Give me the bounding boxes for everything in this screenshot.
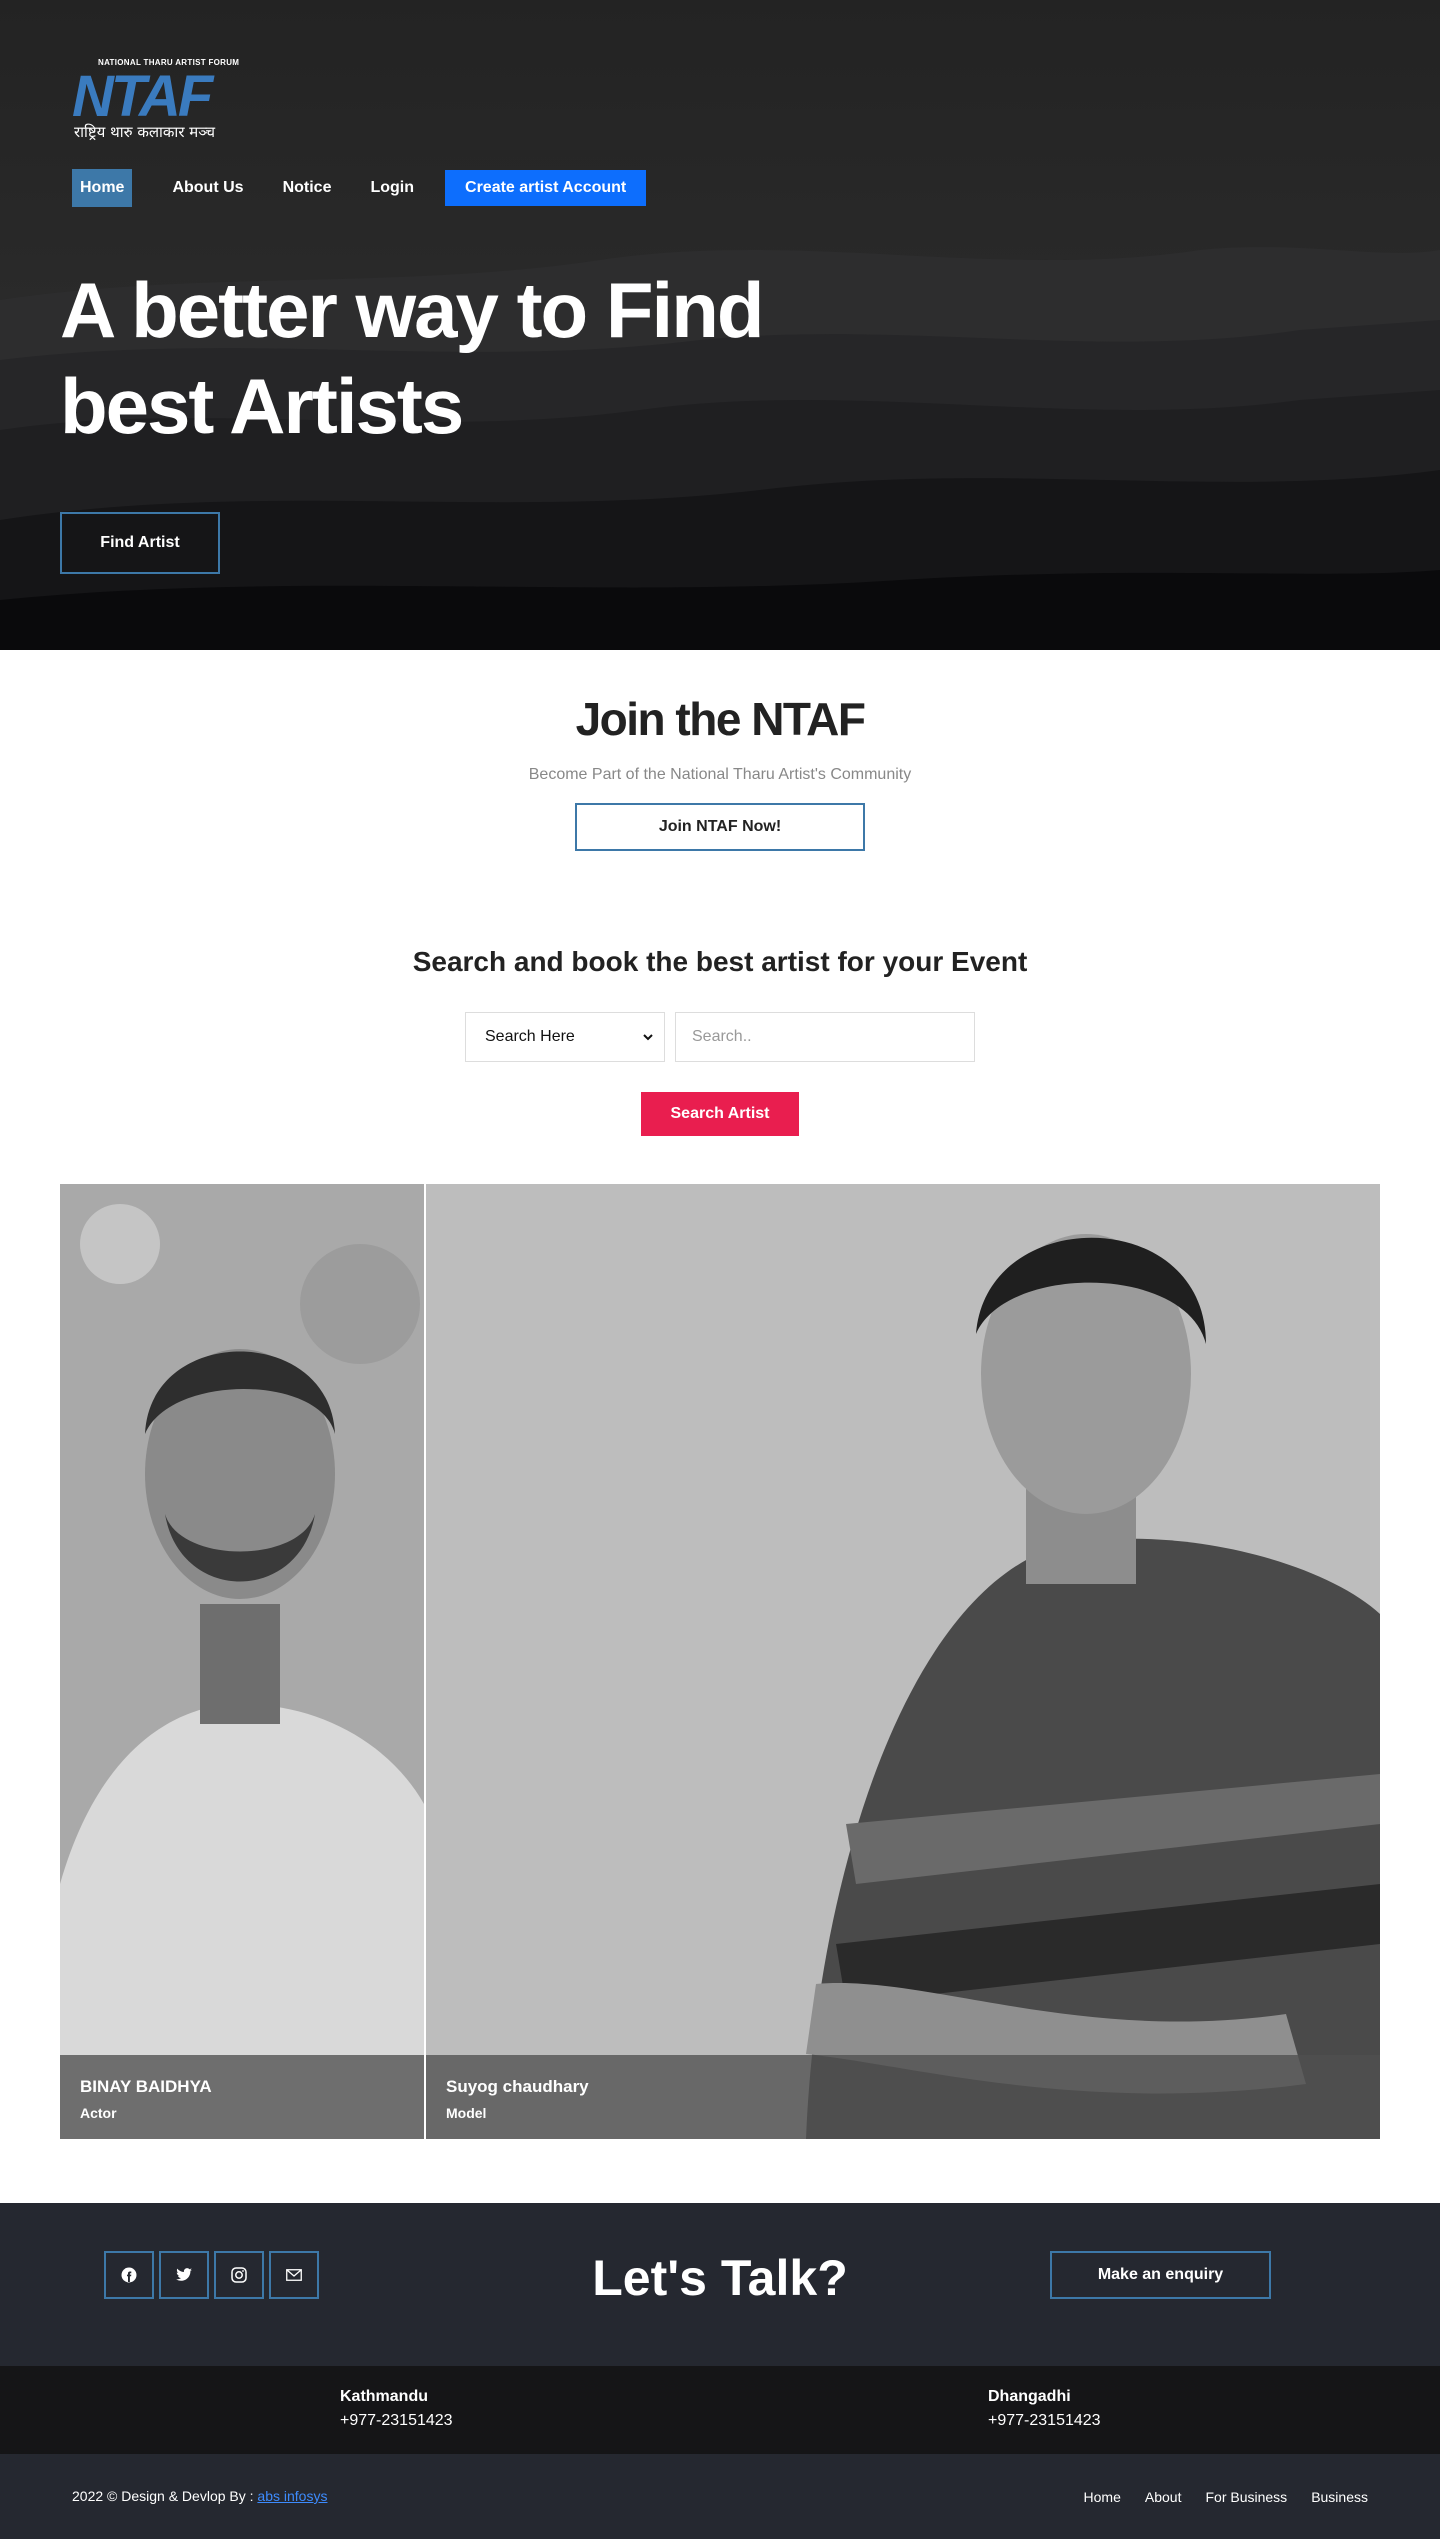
address-phone: +977-23151423 bbox=[988, 2412, 1101, 2429]
hero-section: NATIONAL THARU ARTIST FORUM NTAF राष्ट्र… bbox=[0, 0, 1440, 650]
site-footer: 2022 © Design & Devlop By : abs infosys … bbox=[0, 2454, 1440, 2539]
nav-item-about-us[interactable]: About Us bbox=[159, 169, 256, 207]
artist-photo bbox=[60, 1184, 424, 2139]
footer-link-home[interactable]: Home bbox=[1084, 2489, 1121, 2505]
copyright-text: 2022 © Design & Devlop By : bbox=[72, 2488, 258, 2504]
artist-gallery: BINAY BAIDHYA Actor Suyog chaudhary Mode… bbox=[60, 1184, 1380, 2139]
logo-sub-text: राष्ट्रिय थारु कलाकार मञ्च bbox=[74, 123, 216, 141]
search-title: Search and book the best artist for your… bbox=[412, 946, 1028, 977]
search-artist-button[interactable]: Search Artist bbox=[641, 1092, 799, 1136]
artist-name: Suyog chaudhary bbox=[446, 2077, 589, 2096]
artist-role: Actor bbox=[80, 2105, 117, 2121]
nav-item-home[interactable]: Home bbox=[72, 169, 133, 207]
address-city: Dhangadhi bbox=[988, 2388, 1071, 2405]
search-select-value: Search Here bbox=[485, 1028, 575, 1045]
join-subtitle: Become Part of the National Tharu Artist… bbox=[528, 766, 912, 783]
artist-name: BINAY BAIDHYA bbox=[80, 2077, 212, 2096]
hero-title: A better way to Find best Artists bbox=[60, 262, 820, 454]
main-nav: Home About Us Notice Login Create artist… bbox=[72, 168, 647, 208]
hero-title-line-1: A better way to Find bbox=[60, 266, 764, 354]
address-phone: +977-23151423 bbox=[340, 2412, 453, 2429]
chevron-down-icon bbox=[643, 1034, 653, 1041]
lets-talk-section: Let's Talk? Make an enquiry bbox=[0, 2203, 1440, 2366]
address-section: Kathmandu +977-23151423 Dhangadhi +977-2… bbox=[0, 2366, 1440, 2454]
create-artist-account-button[interactable]: Create artist Account bbox=[445, 170, 647, 206]
artist-role: Model bbox=[446, 2105, 487, 2121]
footer-link-business[interactable]: Business bbox=[1311, 2489, 1368, 2505]
address-city: Kathmandu bbox=[340, 2388, 428, 2405]
footer-link-about[interactable]: About bbox=[1145, 2489, 1182, 2505]
nav-item-notice[interactable]: Notice bbox=[270, 169, 345, 207]
artist-caption: BINAY BAIDHYA Actor bbox=[60, 2055, 424, 2139]
copyright: 2022 © Design & Devlop By : abs infosys bbox=[72, 2488, 327, 2504]
address-dhangadhi: Dhangadhi +977-23151423 bbox=[988, 2388, 1101, 2430]
artist-card[interactable]: BINAY BAIDHYA Actor bbox=[60, 1184, 424, 2139]
join-title: Join the NTAF bbox=[575, 693, 866, 745]
site-logo[interactable]: NATIONAL THARU ARTIST FORUM NTAF राष्ट्र… bbox=[72, 56, 252, 146]
join-ntaf-button[interactable]: Join NTAF Now! bbox=[575, 803, 865, 851]
footer-link-for-business[interactable]: For Business bbox=[1205, 2489, 1287, 2505]
find-artist-button[interactable]: Find Artist bbox=[60, 512, 220, 574]
hero-title-line-2: best Artists bbox=[60, 362, 464, 450]
make-enquiry-button[interactable]: Make an enquiry bbox=[1050, 2251, 1271, 2299]
logo-main-text: NTAF bbox=[72, 64, 213, 129]
search-input[interactable] bbox=[675, 1012, 975, 1062]
artist-photo bbox=[426, 1184, 1380, 2139]
artist-card[interactable]: Suyog chaudhary Model bbox=[426, 1184, 1380, 2139]
nav-item-login[interactable]: Login bbox=[357, 169, 427, 207]
credit-link[interactable]: abs infosys bbox=[257, 2488, 327, 2504]
footer-links: Home About For Business Business bbox=[1060, 2489, 1368, 2505]
address-kathmandu: Kathmandu +977-23151423 bbox=[340, 2388, 453, 2430]
artist-caption: Suyog chaudhary Model bbox=[426, 2055, 1380, 2139]
search-category-select[interactable]: Search Here bbox=[465, 1012, 665, 1062]
